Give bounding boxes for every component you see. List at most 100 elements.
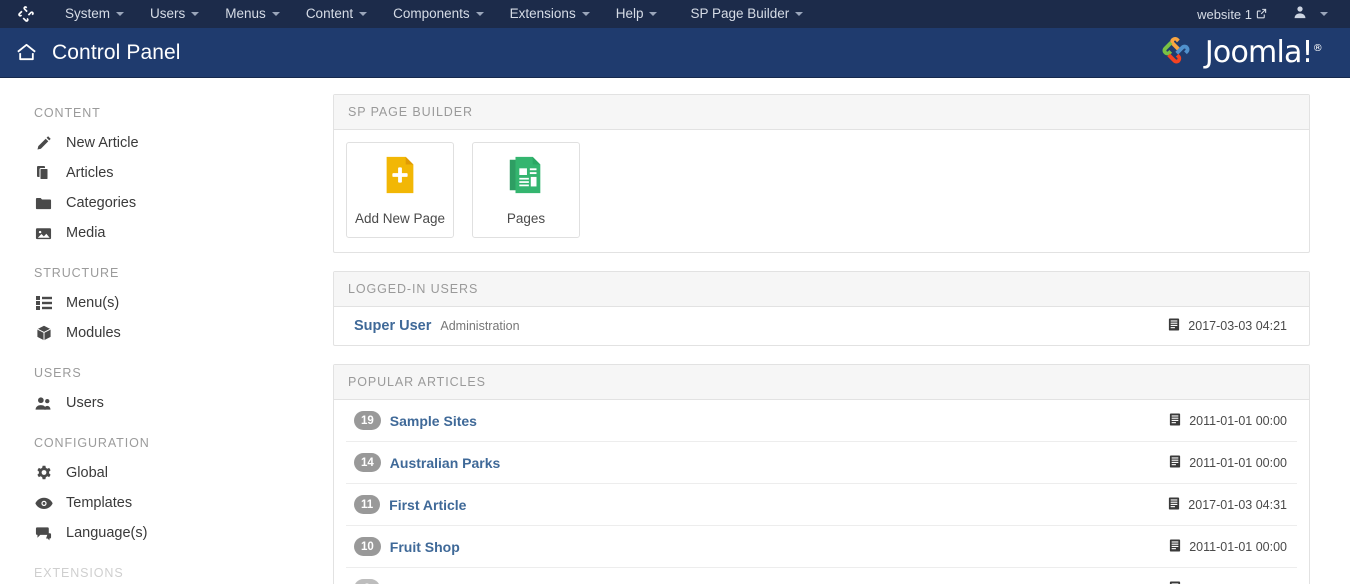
sidebar-group-content: CONTENT xyxy=(34,106,101,120)
site-preview-link[interactable]: website 1 xyxy=(1185,7,1279,22)
sidebar-item-global[interactable]: Global xyxy=(0,458,333,488)
chevron-down-icon xyxy=(191,12,200,16)
sidebar-label-articles: Articles xyxy=(66,165,114,181)
panel-title-sp-page-builder: SP PAGE BUILDER xyxy=(334,95,1309,130)
panel-title-logged-in-users: LOGGED-IN USERS xyxy=(334,272,1309,307)
image-icon xyxy=(34,224,53,243)
popular-article-date: 2011-01-01 00:00 xyxy=(1169,580,1293,584)
joomla-brand: Joomla!® xyxy=(1156,30,1336,75)
table-row[interactable]: 8 Typography 2011-01-01 00:00 xyxy=(346,568,1297,584)
chevron-down-icon xyxy=(116,12,125,16)
popular-article-link[interactable]: Fruit Shop xyxy=(390,539,460,555)
chevron-down-icon xyxy=(359,12,368,16)
sidebar-label-users: Users xyxy=(66,395,104,411)
panel-body-popular-articles: 19 Sample Sites 2011-01-01 00:00 14 Aust… xyxy=(334,400,1309,584)
menu-help[interactable]: Help xyxy=(603,0,671,28)
add-new-page-button[interactable]: Add New Page xyxy=(346,142,454,238)
sidebar-label-categories: Categories xyxy=(66,195,137,211)
popular-article-link[interactable]: Typography xyxy=(389,581,468,584)
status-badge: 19 xyxy=(354,411,381,430)
panel-logged-in-users: LOGGED-IN USERS Super User Administratio… xyxy=(333,271,1310,346)
users-icon xyxy=(34,394,53,413)
sidebar-item-categories[interactable]: Categories xyxy=(0,188,333,218)
add-page-icon xyxy=(379,154,421,201)
table-row[interactable]: 19 Sample Sites 2011-01-01 00:00 xyxy=(346,400,1297,442)
speech-bubble-icon xyxy=(34,524,53,543)
eye-icon xyxy=(34,494,53,513)
menu-content[interactable]: Content xyxy=(293,0,380,28)
panel-popular-articles: POPULAR ARTICLES 19 Sample Sites 2011-01… xyxy=(333,364,1310,584)
logged-in-user-info: Super User Administration xyxy=(354,318,1168,334)
menu-extensions-label: Extensions xyxy=(509,6,576,21)
sidebar-item-new-article[interactable]: New Article xyxy=(0,128,333,158)
popular-article-info: 10 Fruit Shop xyxy=(354,537,1169,556)
popular-article-timestamp: 2011-01-01 00:00 xyxy=(1189,455,1287,470)
menu-users[interactable]: Users xyxy=(137,0,212,28)
document-date-icon xyxy=(1168,318,1180,334)
document-date-icon xyxy=(1169,412,1181,429)
table-row[interactable]: 10 Fruit Shop 2011-01-01 00:00 xyxy=(346,526,1297,568)
external-link-icon xyxy=(1256,7,1267,22)
popular-article-timestamp: 2011-01-01 00:00 xyxy=(1189,539,1287,554)
sidebar-item-users[interactable]: Users xyxy=(0,388,333,418)
menu-menus-label: Menus xyxy=(225,6,266,21)
panel-body-logged-in-users: Super User Administration 2017-03-03 04:… xyxy=(334,307,1309,345)
pages-label: Pages xyxy=(506,211,546,226)
chevron-down-icon xyxy=(581,12,590,16)
menu-system-label: System xyxy=(65,6,111,21)
menu-sp-page-builder[interactable]: SP Page Builder xyxy=(670,0,816,28)
main-content: SP PAGE BUILDER Add New Page Pages LOGGE… xyxy=(333,78,1350,584)
sidebar-group-users: USERS xyxy=(34,366,82,380)
pencil-icon xyxy=(34,134,53,153)
sidebar-item-menus[interactable]: Menu(s) xyxy=(0,288,333,318)
page-title: Control Panel xyxy=(52,40,181,64)
status-badge: 8 xyxy=(354,579,380,584)
popular-article-link[interactable]: Sample Sites xyxy=(390,413,477,429)
menu-extensions[interactable]: Extensions xyxy=(497,0,603,28)
menu-system[interactable]: System xyxy=(52,0,137,28)
pages-button[interactable]: Pages xyxy=(472,142,580,238)
sidebar-item-media[interactable]: Media xyxy=(0,218,333,248)
home-icon[interactable] xyxy=(0,41,52,64)
table-row[interactable]: 11 First Article 2017-01-03 04:31 xyxy=(346,484,1297,526)
menu-components-label: Components xyxy=(393,6,470,21)
menu-users-label: Users xyxy=(150,6,186,21)
page-header: Control Panel Joomla!® xyxy=(0,28,1350,78)
sidebar-item-articles[interactable]: Articles xyxy=(0,158,333,188)
panel-sp-page-builder: SP PAGE BUILDER Add New Page Pages xyxy=(333,94,1310,253)
copy-stack-icon xyxy=(34,164,53,183)
logged-in-user-name[interactable]: Super User xyxy=(354,318,431,334)
popular-article-link[interactable]: First Article xyxy=(389,497,466,513)
popular-article-info: 14 Australian Parks xyxy=(354,453,1169,472)
list-icon xyxy=(34,294,53,313)
top-menu-bar: System Users Menus Content Components Ex… xyxy=(0,0,1350,28)
add-new-page-label: Add New Page xyxy=(354,211,446,226)
joomla-logo-icon xyxy=(1156,30,1196,75)
joomla-brand-text: Joomla!® xyxy=(1204,35,1323,70)
chevron-down-icon xyxy=(475,12,484,16)
menu-components[interactable]: Components xyxy=(380,0,497,28)
user-menu[interactable] xyxy=(1279,5,1336,24)
document-date-icon xyxy=(1169,538,1181,555)
chevron-down-icon xyxy=(795,12,804,16)
user-icon xyxy=(1293,5,1307,24)
sidebar-item-templates[interactable]: Templates xyxy=(0,488,333,518)
popular-article-timestamp: 2017-01-03 04:31 xyxy=(1188,497,1287,512)
sidebar-label-templates: Templates xyxy=(66,495,133,511)
site-preview-label: website 1 xyxy=(1197,6,1252,22)
sidebar-group-extensions: EXTENSIONS xyxy=(34,566,124,580)
joomla-mark-icon[interactable] xyxy=(0,5,52,23)
popular-article-date: 2017-01-03 04:31 xyxy=(1168,496,1293,513)
top-bar-right: website 1 xyxy=(1185,0,1336,28)
document-date-icon xyxy=(1168,496,1180,513)
document-date-icon xyxy=(1169,580,1181,584)
gear-icon xyxy=(34,464,53,483)
sidebar-label-languages: Language(s) xyxy=(66,525,148,541)
sidebar-item-languages[interactable]: Language(s) xyxy=(0,518,333,548)
sidebar-item-modules[interactable]: Modules xyxy=(0,318,333,348)
table-row[interactable]: 14 Australian Parks 2011-01-01 00:00 xyxy=(346,442,1297,484)
menu-content-label: Content xyxy=(305,6,354,21)
popular-article-link[interactable]: Australian Parks xyxy=(390,455,501,471)
menu-menus[interactable]: Menus xyxy=(212,0,293,28)
table-row[interactable]: Super User Administration 2017-03-03 04:… xyxy=(346,307,1297,345)
